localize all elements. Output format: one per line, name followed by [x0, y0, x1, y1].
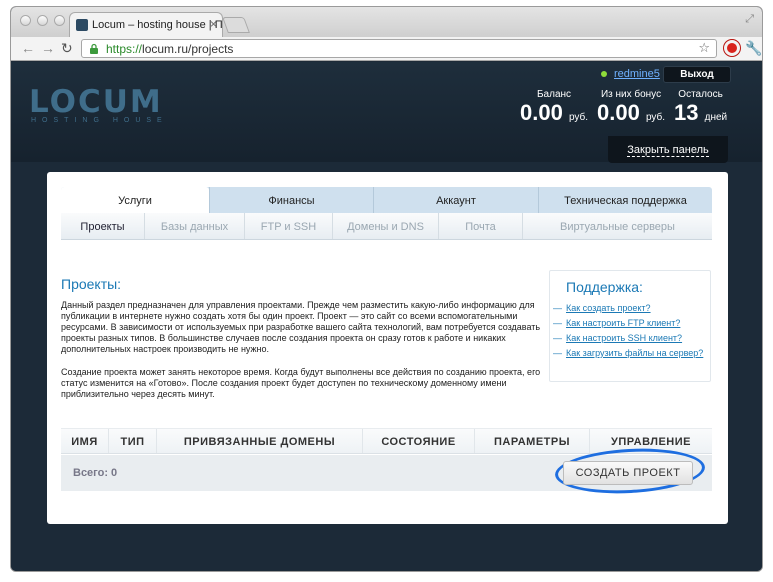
page: LOCUM HOSTING HOUSE redmine5 Выход Балан… — [11, 62, 762, 571]
balance-label: Баланс — [536, 89, 572, 100]
bonus-unit: руб. — [645, 112, 666, 123]
projects-table-footer: Всего: 0 СОЗДАТЬ ПРОЕКТ — [61, 445, 712, 497]
tab-tech-support[interactable]: Техническая поддержка — [538, 187, 712, 213]
projects-note: Создание проекта может занять некоторое … — [61, 367, 541, 399]
site-logo[interactable]: LOCUM — [29, 84, 163, 120]
locum-favicon-icon — [76, 19, 88, 31]
tab-account[interactable]: Аккаунт — [373, 187, 538, 213]
column-name: ИМЯ — [61, 429, 109, 453]
balance-unit: руб. — [568, 112, 589, 123]
subtab-mail[interactable]: Почта — [439, 213, 523, 239]
projects-total: Всего: 0 — [73, 467, 118, 479]
column-params: ПАРАМЕТРЫ — [475, 429, 590, 453]
support-box: Поддержка: Как создать проект? Как настр… — [549, 270, 711, 382]
browser-toolbar: ← → ↻ https://locum.ru/projects ☆ 🔧 — [11, 37, 762, 61]
bonus-stat: Из них бонус 0.00 руб. — [597, 89, 665, 126]
user-status: redmine5 — [601, 68, 660, 80]
wrench-menu-icon[interactable]: 🔧 — [745, 40, 762, 57]
window-controls — [20, 15, 65, 26]
browser-window: Locum – hosting house | Пр × ⤢ ← → ↻ htt… — [10, 6, 763, 572]
tab-title: Locum – hosting house | Пр — [92, 19, 223, 31]
subtab-projects[interactable]: Проекты — [61, 213, 145, 239]
zoom-window-button[interactable] — [54, 15, 65, 26]
tab-bar: Locum – hosting house | Пр × ⤢ — [11, 7, 762, 37]
forward-arrow-icon[interactable]: → — [41, 40, 55, 56]
column-status: СОСТОЯНИЕ — [363, 429, 475, 453]
subtab-virtual-servers[interactable]: Виртуальные серверы — [523, 213, 712, 239]
tab-finance[interactable]: Финансы — [209, 187, 373, 213]
tab-close-icon[interactable]: × — [210, 17, 217, 31]
address-bar[interactable]: https://locum.ru/projects ☆ — [81, 39, 717, 58]
support-link-ssh[interactable]: Как настроить SSH клиент? — [553, 333, 706, 344]
site-header: LOCUM HOSTING HOUSE redmine5 Выход Балан… — [11, 62, 762, 163]
minimize-window-button[interactable] — [37, 15, 48, 26]
remaining-unit: дней — [704, 112, 728, 123]
projects-description: Данный раздел предназначен для управлени… — [61, 300, 541, 354]
close-panel-label: Закрыть панель — [627, 144, 709, 157]
sub-tabs: Проекты Базы данных FTP и SSH Домены и D… — [61, 213, 712, 240]
url-path: locum.ru/projects — [142, 42, 234, 56]
tab-services[interactable]: Услуги — [61, 187, 209, 213]
bonus-value: 0.00 — [597, 100, 640, 125]
lock-icon — [90, 43, 98, 54]
content-panel: Услуги Финансы Аккаунт Техническая подде… — [47, 172, 728, 524]
online-dot-icon — [601, 71, 607, 78]
subtab-domains-dns[interactable]: Домены и DNS — [333, 213, 439, 239]
logout-button[interactable]: Выход — [663, 66, 731, 83]
remaining-label: Осталось — [678, 89, 723, 100]
subtab-databases[interactable]: Базы данных — [145, 213, 245, 239]
support-heading: Поддержка: — [566, 279, 643, 295]
fullscreen-icon[interactable]: ⤢ — [745, 13, 754, 26]
bonus-label: Из них бонус — [600, 89, 662, 100]
create-project-button[interactable]: СОЗДАТЬ ПРОЕКТ — [563, 461, 693, 485]
balance-value: 0.00 — [520, 100, 563, 125]
username-link[interactable]: redmine5 — [614, 68, 660, 80]
close-window-button[interactable] — [20, 15, 31, 26]
projects-heading: Проекты: — [61, 276, 122, 292]
subtab-ftp-ssh[interactable]: FTP и SSH — [245, 213, 333, 239]
remaining-value: 13 — [674, 100, 699, 125]
support-link-create-project[interactable]: Как создать проект? — [553, 303, 706, 314]
support-link-upload[interactable]: Как загрузить файлы на сервер? — [553, 348, 706, 359]
url-scheme: https:// — [106, 42, 143, 56]
balance-stat: Баланс 0.00 руб. — [520, 89, 588, 126]
main-tabs: Услуги Финансы Аккаунт Техническая подде… — [61, 187, 712, 213]
site-logo-tagline: HOSTING HOUSE — [31, 117, 168, 124]
bookmark-star-icon[interactable]: ☆ — [698, 40, 710, 56]
column-domains: ПРИВЯЗАННЫЕ ДОМЕНЫ — [157, 429, 363, 453]
back-arrow-icon[interactable]: ← — [21, 40, 35, 56]
remaining-stat: Осталось 13 дней — [674, 89, 727, 126]
new-tab-button[interactable] — [222, 17, 250, 33]
opera-extension-icon[interactable] — [724, 40, 740, 56]
column-type: ТИП — [109, 429, 157, 453]
browser-tab[interactable]: Locum – hosting house | Пр × — [69, 12, 223, 37]
support-link-ftp[interactable]: Как настроить FTP клиент? — [553, 318, 706, 329]
close-panel-button[interactable]: Закрыть панель — [608, 136, 728, 163]
reload-icon[interactable]: ↻ — [61, 40, 73, 57]
